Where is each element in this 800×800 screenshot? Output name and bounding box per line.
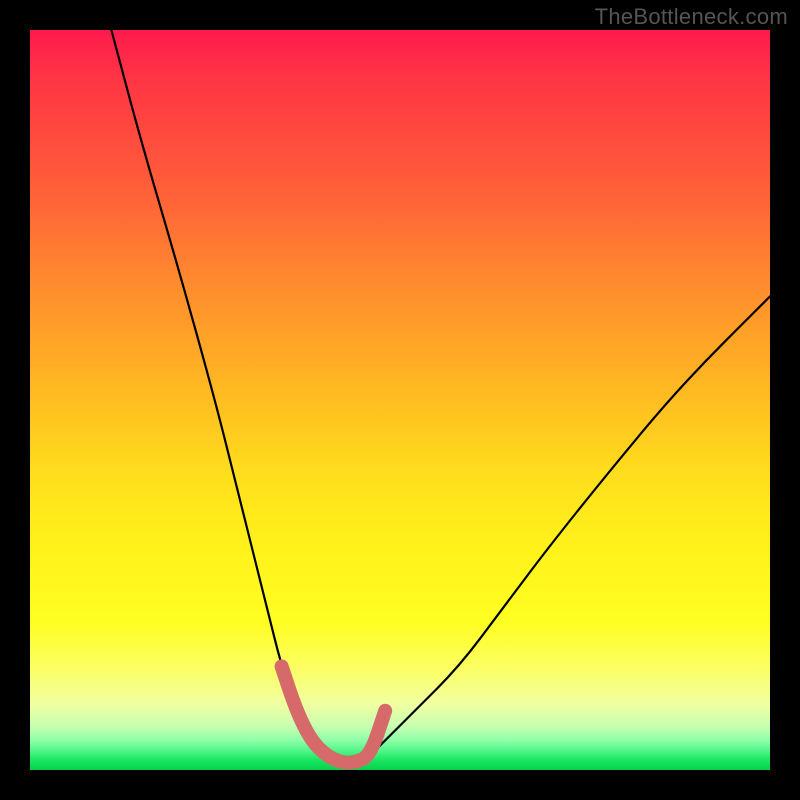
chart-frame: TheBottleneck.com xyxy=(0,0,800,800)
plot-area xyxy=(30,30,770,770)
curve-layer xyxy=(30,30,770,770)
bottleneck-curve xyxy=(111,30,770,763)
watermark-text: TheBottleneck.com xyxy=(595,4,788,30)
trough-highlight xyxy=(282,666,386,762)
